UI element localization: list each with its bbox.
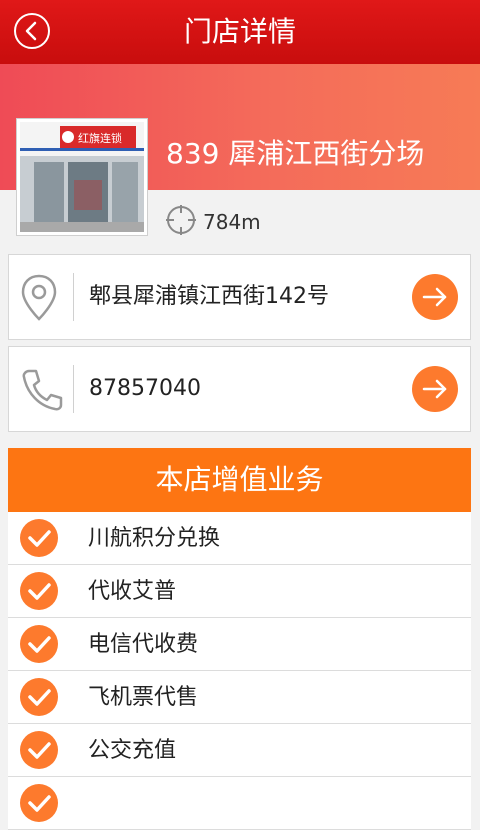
services-list: 川航积分兑换 代收艾普 电信代收费 飞机票代售 公交充值 [8, 512, 471, 830]
store-name: 839 犀浦江西街分场 [166, 137, 425, 170]
distance-value: 784m [203, 210, 261, 234]
phone-icon [22, 369, 63, 411]
check-icon [20, 572, 58, 610]
check-icon [20, 784, 58, 822]
phone-number: 87857040 [89, 376, 201, 401]
check-icon [20, 678, 58, 716]
list-item[interactable]: 公交充值 [8, 724, 471, 777]
services-title: 本店增值业务 [8, 448, 471, 512]
service-label: 川航积分兑换 [88, 526, 221, 551]
arrow-right-icon [422, 287, 447, 307]
divider [73, 365, 74, 413]
store-sign-text: 红旗连锁 [78, 131, 122, 145]
arrow-right-icon [422, 379, 447, 399]
phone-card[interactable]: 87857040 [8, 346, 471, 432]
address-card[interactable]: 郫县犀浦镇江西街142号 [8, 254, 471, 340]
check-icon [20, 625, 58, 663]
list-item[interactable]: 代收艾普 [8, 565, 471, 618]
service-label: 飞机票代售 [88, 685, 199, 710]
address-text: 郫县犀浦镇江西街142号 [89, 284, 329, 309]
service-label: 代收艾普 [88, 579, 177, 604]
list-item[interactable]: 川航积分兑换 [8, 512, 471, 565]
store-photo[interactable]: 红旗连锁 [16, 118, 148, 236]
list-item[interactable]: 飞机票代售 [8, 671, 471, 724]
service-label: 公交充值 [88, 738, 177, 763]
check-icon [20, 519, 58, 557]
call-button[interactable] [412, 366, 458, 412]
page-title: 门店详情 [183, 15, 296, 48]
store-front-image: 红旗连锁 [20, 122, 144, 232]
divider [73, 273, 74, 321]
navigate-button[interactable] [412, 274, 458, 320]
top-bar: 门店详情 [0, 0, 480, 64]
crosshair-icon [166, 205, 196, 235]
list-item[interactable]: 电信代收费 [8, 618, 471, 671]
location-pin-icon [21, 274, 57, 321]
check-icon [20, 731, 58, 769]
service-label: 电信代收费 [88, 632, 199, 657]
list-item[interactable] [8, 777, 471, 830]
